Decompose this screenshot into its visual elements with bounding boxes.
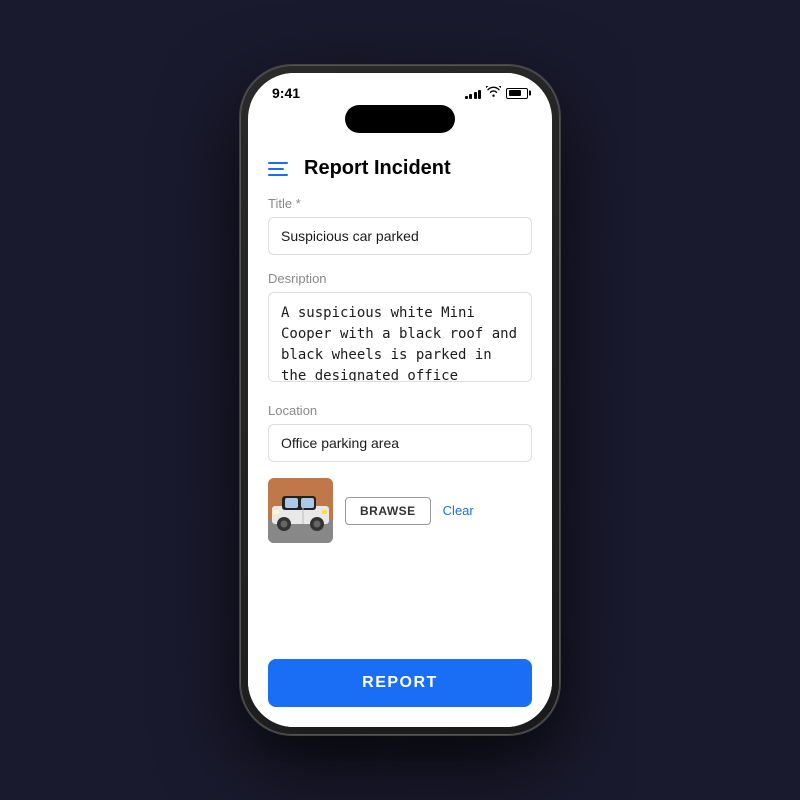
clear-button[interactable]: Clear — [443, 503, 474, 518]
title-field-group: Title * — [268, 196, 532, 255]
description-textarea[interactable]: A suspicious white Mini Cooper with a bl… — [268, 292, 532, 382]
battery-icon — [506, 88, 528, 99]
wifi-icon — [486, 86, 501, 100]
status-bar: 9:41 — [248, 73, 552, 105]
upload-area: BRAWSE Clear — [248, 478, 552, 543]
image-thumbnail — [268, 478, 333, 543]
title-input[interactable] — [268, 217, 532, 255]
phone-screen: 9:41 — [248, 73, 552, 727]
phone-frame: 9:41 — [240, 65, 560, 735]
description-field-group: Desription A suspicious white Mini Coope… — [268, 271, 532, 387]
location-field-group: Location — [268, 403, 532, 462]
page-title: Report Incident — [304, 157, 451, 180]
description-label: Desription — [268, 271, 532, 286]
dynamic-island — [345, 105, 455, 133]
form-section: Title * Desription A suspicious white Mi… — [248, 196, 552, 462]
location-label: Location — [268, 403, 532, 418]
app-header: Report Incident — [248, 141, 552, 196]
signal-icon — [465, 88, 482, 99]
app-content: Report Incident Title * Desription A sus… — [248, 141, 552, 727]
location-input[interactable] — [268, 424, 532, 462]
browse-button[interactable]: BRAWSE — [345, 497, 431, 525]
report-btn-container: REPORT — [248, 645, 552, 727]
menu-icon[interactable] — [268, 162, 288, 176]
report-button[interactable]: REPORT — [268, 659, 532, 707]
status-time: 9:41 — [272, 85, 300, 101]
status-icons — [465, 86, 529, 100]
title-label: Title * — [268, 196, 532, 211]
